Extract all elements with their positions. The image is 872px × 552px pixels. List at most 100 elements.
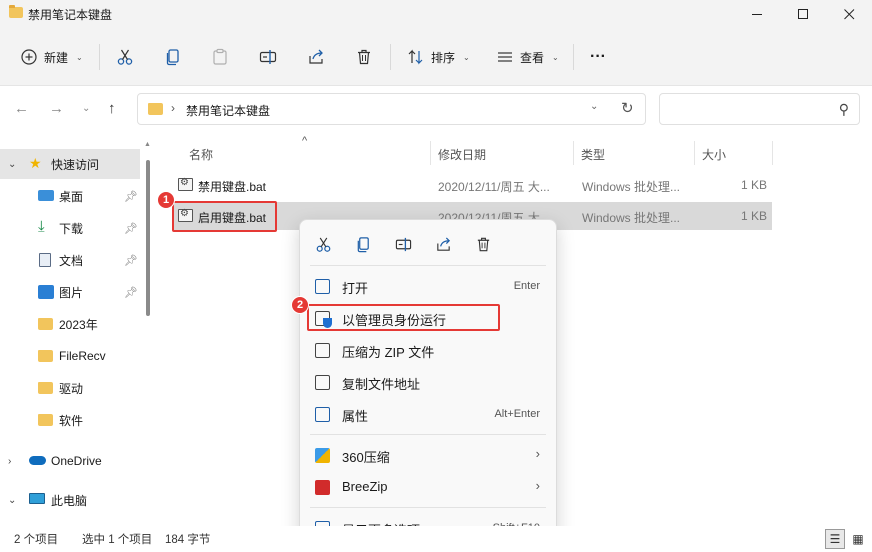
column-name[interactable]: 名称: [189, 146, 213, 163]
address-path[interactable]: 禁用笔记本键盘: [186, 102, 270, 119]
chevron-right-icon[interactable]: ›: [8, 456, 11, 467]
scissors-icon: [117, 49, 133, 65]
search-icon[interactable]: ⚲: [839, 101, 849, 118]
sidebar-item-pictures[interactable]: 图片 📌︎: [0, 277, 140, 307]
new-button[interactable]: 新建 ⌄: [20, 42, 83, 72]
menu-item-copy-path[interactable]: 复制文件地址: [306, 367, 552, 397]
navigation-pane: ⌄ ★ 快速访问 桌面 📌︎ ⤓ 下载 📌︎ 文档 📌︎ 图片 📌︎ 2023年…: [0, 146, 152, 526]
copy-icon: [166, 49, 179, 66]
share-button[interactable]: [307, 42, 325, 72]
rename-button[interactable]: [259, 42, 277, 72]
status-bar: 2 个项目 选中 1 个项目 184 字节 ☰ ▦: [0, 526, 872, 552]
copy-button[interactable]: [164, 42, 182, 72]
file-type: Windows 批处理...: [582, 211, 681, 225]
forward-arrow-icon[interactable]: →: [49, 100, 64, 117]
sidebar-item-folder[interactable]: 软件: [0, 405, 140, 435]
sidebar-item-quick-access[interactable]: ⌄ ★ 快速访问: [0, 149, 140, 179]
sidebar-item-onedrive[interactable]: › OneDrive: [0, 446, 140, 476]
sidebar-item-downloads[interactable]: ⤓ 下载 📌︎: [0, 213, 140, 243]
sort-button[interactable]: 排序 ⌄: [407, 42, 470, 72]
refresh-icon[interactable]: ↻: [621, 99, 634, 117]
chevron-right-icon: ›: [535, 478, 540, 493]
more-icon: ···: [590, 48, 606, 65]
chevron-right-icon: ›: [535, 446, 540, 461]
menu-item-360zip[interactable]: 360压缩 ›: [306, 440, 552, 470]
cloud-icon: [29, 456, 46, 465]
file-size: 1 KB: [741, 178, 768, 192]
delete-button[interactable]: [355, 42, 373, 72]
close-button[interactable]: [826, 0, 872, 28]
file-name[interactable]: 禁用键盘.bat: [198, 178, 266, 195]
menu-item-label: 压缩为 ZIP 文件: [342, 345, 435, 360]
scroll-up-arrow-icon[interactable]: ▲: [144, 141, 151, 148]
batch-file-icon: [178, 177, 193, 191]
selected-size: 184 字节: [165, 534, 211, 546]
search-input[interactable]: ⚲: [659, 93, 860, 125]
details-view-icon[interactable]: ☰: [825, 529, 845, 549]
menu-item-label: BreeZip: [342, 479, 388, 494]
sidebar-item-label: 此电脑: [51, 493, 88, 508]
address-dropdown-icon[interactable]: ⌄: [590, 101, 598, 112]
sidebar-item-this-pc[interactable]: ⌄ 此电脑: [0, 485, 140, 515]
more-button[interactable]: ···: [590, 42, 606, 72]
zip-icon: [315, 343, 330, 358]
chevron-down-icon[interactable]: ⌄: [8, 159, 16, 170]
close-icon: [843, 8, 854, 19]
pin-icon[interactable]: 📌︎: [124, 286, 138, 299]
minimize-button[interactable]: [734, 0, 780, 28]
chevron-right-icon[interactable]: ›: [171, 101, 175, 115]
column-modified[interactable]: 修改日期: [438, 146, 486, 163]
item-count: 2 个项目: [14, 534, 59, 546]
table-row[interactable]: 禁用键盘.bat 2020/12/11/周五 大... Windows 批处理.…: [172, 171, 772, 199]
sidebar-item-desktop[interactable]: 桌面 📌︎: [0, 181, 140, 211]
tiles-view-icon[interactable]: ▦: [848, 529, 868, 549]
sidebar-item-folder[interactable]: FileRecv: [0, 341, 140, 371]
sort-label: 排序: [431, 50, 456, 65]
rename-action[interactable]: [388, 232, 418, 256]
cut-action[interactable]: [308, 232, 338, 256]
chevron-down-icon[interactable]: ⌄: [8, 495, 16, 506]
breezip-icon: [315, 480, 330, 495]
delete-action[interactable]: [468, 232, 498, 256]
sidebar-item-label: 下载: [59, 221, 84, 236]
menu-item-open[interactable]: 打开 Enter: [306, 271, 552, 301]
menu-shortcut: Enter: [513, 280, 540, 292]
menu-item-breezip[interactable]: BreeZip ›: [306, 472, 552, 502]
view-button[interactable]: 查看 ⌄: [496, 42, 559, 72]
desktop-icon: [38, 190, 54, 201]
column-size[interactable]: 大小: [702, 146, 726, 163]
copy-action[interactable]: [348, 232, 378, 256]
pin-icon[interactable]: 📌︎: [124, 254, 138, 267]
sidebar-scrollbar[interactable]: [146, 160, 150, 316]
folder-icon: [148, 103, 163, 115]
maximize-button[interactable]: [780, 0, 826, 28]
column-divider[interactable]: [694, 141, 695, 165]
menu-item-properties[interactable]: 属性 Alt+Enter: [306, 399, 552, 429]
paste-button[interactable]: [211, 42, 229, 72]
column-divider[interactable]: [772, 141, 773, 165]
sidebar-item-folder[interactable]: 2023年: [0, 309, 140, 339]
column-type[interactable]: 类型: [581, 146, 605, 163]
step-badge: 2: [291, 296, 309, 314]
up-arrow-icon[interactable]: ↑: [108, 100, 116, 117]
cut-button[interactable]: [116, 42, 134, 72]
selected-count: 选中 1 个项目: [82, 534, 153, 546]
folder-icon: [38, 382, 53, 394]
maximize-icon: [797, 8, 808, 19]
file-modified: 2020/12/11/周五 大...: [438, 180, 550, 194]
share-action[interactable]: [428, 232, 458, 256]
sidebar-item-label: 图片: [59, 285, 84, 300]
back-arrow-icon[interactable]: ←: [14, 100, 29, 117]
column-divider[interactable]: [573, 141, 574, 165]
pin-icon[interactable]: 📌︎: [124, 222, 138, 235]
address-bar[interactable]: › 禁用笔记本键盘 ⌄ ↻: [137, 93, 646, 125]
360zip-icon: [315, 448, 330, 463]
rename-icon: [395, 237, 411, 251]
menu-item-compress-zip[interactable]: 压缩为 ZIP 文件: [306, 335, 552, 365]
properties-icon: [315, 407, 330, 422]
sidebar-item-folder[interactable]: 驱动: [0, 373, 140, 403]
sidebar-item-documents[interactable]: 文档 📌︎: [0, 245, 140, 275]
recent-locations-icon[interactable]: ⌄: [82, 103, 90, 114]
pin-icon[interactable]: 📌︎: [124, 190, 138, 203]
column-divider[interactable]: [430, 141, 431, 165]
